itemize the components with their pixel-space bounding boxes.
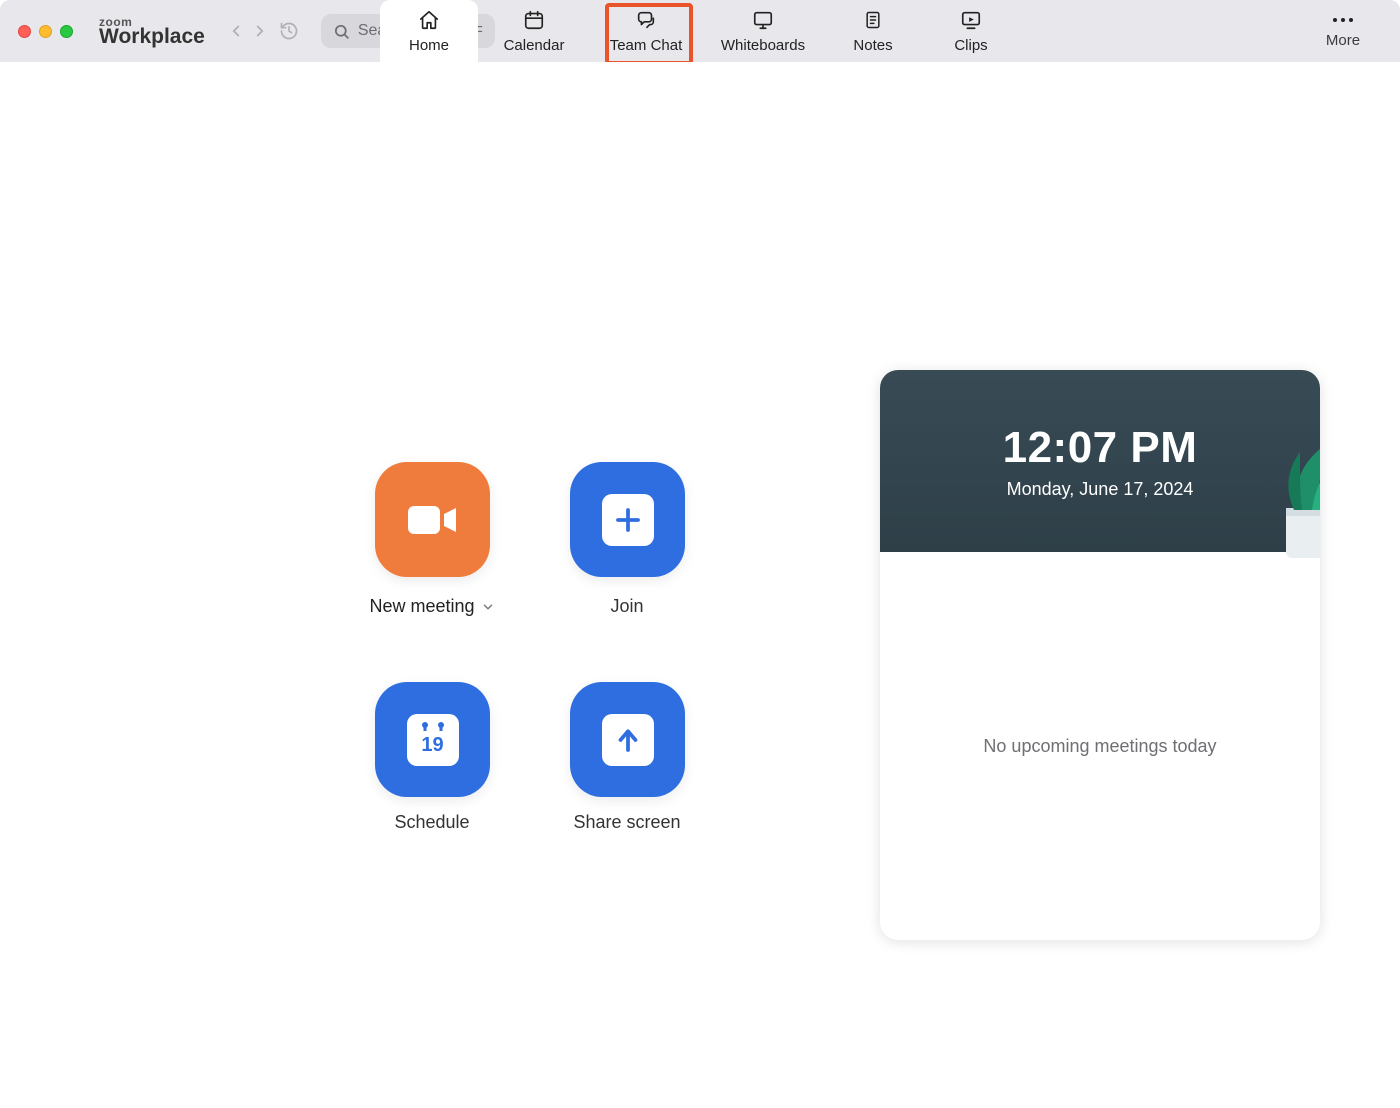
tab-calendar[interactable]: Calendar bbox=[478, 0, 590, 62]
nav-forward-button[interactable] bbox=[251, 22, 269, 40]
chat-icon bbox=[634, 9, 658, 31]
history-button[interactable] bbox=[279, 21, 299, 41]
tab-home-label: Home bbox=[409, 37, 449, 54]
window-controls bbox=[18, 25, 73, 38]
whiteboard-icon bbox=[751, 9, 775, 31]
tab-team-chat-label: Team Chat bbox=[610, 37, 683, 54]
tab-whiteboards-label: Whiteboards bbox=[721, 37, 805, 54]
current-time: 12:07 PM bbox=[1003, 423, 1198, 473]
search-icon bbox=[333, 23, 350, 40]
main-tabs: Home Calendar Team Chat Whiteboards Note… bbox=[380, 0, 1020, 62]
nav-arrows bbox=[227, 22, 269, 40]
more-icon bbox=[1330, 14, 1356, 26]
fullscreen-window-button[interactable] bbox=[60, 25, 73, 38]
new-meeting-label: New meeting bbox=[369, 596, 474, 617]
clips-icon bbox=[960, 9, 982, 31]
new-meeting-label-row[interactable]: New meeting bbox=[332, 596, 532, 617]
share-screen-button[interactable] bbox=[570, 682, 685, 797]
tab-team-chat[interactable]: Team Chat bbox=[590, 0, 702, 62]
schedule-label: Schedule bbox=[332, 812, 532, 833]
join-label: Join bbox=[527, 596, 727, 617]
tab-notes-label: Notes bbox=[853, 37, 892, 54]
schedule-button[interactable]: 19 bbox=[375, 682, 490, 797]
no-meetings-label: No upcoming meetings today bbox=[983, 736, 1216, 757]
app-brand: zoom Workplace bbox=[99, 16, 205, 47]
notes-icon bbox=[863, 9, 883, 31]
titlebar: zoom Workplace Search ⌘F Home bbox=[0, 0, 1400, 62]
more-label: More bbox=[1326, 32, 1360, 49]
home-icon bbox=[418, 9, 440, 31]
nav-back-button[interactable] bbox=[227, 22, 245, 40]
minimize-window-button[interactable] bbox=[39, 25, 52, 38]
plus-icon bbox=[602, 494, 654, 546]
brand-bottom: Workplace bbox=[99, 26, 205, 47]
more-button[interactable]: More bbox=[1308, 0, 1378, 62]
video-icon bbox=[404, 500, 462, 540]
new-meeting-button[interactable] bbox=[375, 462, 490, 577]
home-content: New meeting Join 19 Schedule Share scree… bbox=[0, 62, 1400, 1108]
close-window-button[interactable] bbox=[18, 25, 31, 38]
current-date: Monday, June 17, 2024 bbox=[1007, 479, 1194, 500]
tab-calendar-label: Calendar bbox=[504, 37, 565, 54]
calendar-icon bbox=[523, 9, 545, 31]
schedule-calendar-icon: 19 bbox=[407, 714, 459, 766]
tab-clips[interactable]: Clips bbox=[922, 0, 1020, 62]
share-screen-label: Share screen bbox=[527, 812, 727, 833]
plant-decoration-icon bbox=[1230, 438, 1320, 558]
upload-arrow-icon bbox=[602, 714, 654, 766]
tab-notes[interactable]: Notes bbox=[824, 0, 922, 62]
today-empty-state: No upcoming meetings today bbox=[880, 552, 1320, 940]
chevron-down-icon bbox=[481, 600, 495, 614]
schedule-day-number: 19 bbox=[421, 734, 443, 757]
today-card: 12:07 PM Monday, June 17, 2024 No upcomi… bbox=[880, 370, 1320, 940]
tab-clips-label: Clips bbox=[954, 37, 987, 54]
tab-whiteboards[interactable]: Whiteboards bbox=[702, 0, 824, 62]
today-hero: 12:07 PM Monday, June 17, 2024 bbox=[880, 370, 1320, 552]
join-button[interactable] bbox=[570, 462, 685, 577]
tab-home[interactable]: Home bbox=[380, 0, 478, 62]
